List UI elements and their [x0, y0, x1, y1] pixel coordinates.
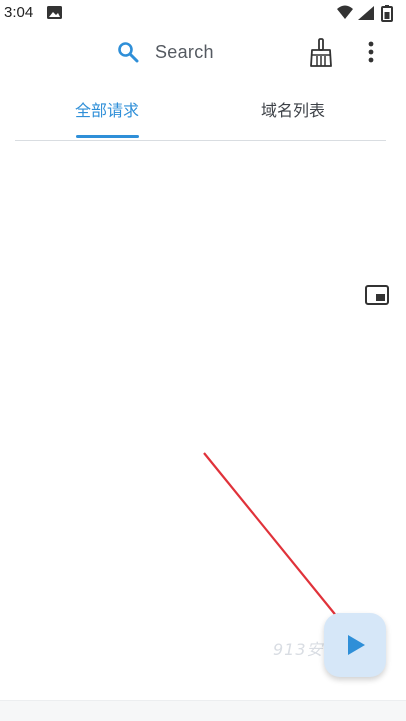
- play-fab-button[interactable]: [324, 613, 386, 677]
- tab-bar: 全部请求 域名列表: [15, 90, 386, 141]
- status-bar: 3:04: [0, 0, 406, 28]
- battery-icon: [381, 5, 393, 22]
- wifi-icon: [337, 5, 353, 19]
- play-icon: [348, 635, 365, 655]
- tab-domain-list[interactable]: 域名列表: [261, 90, 325, 138]
- tab-all-requests[interactable]: 全部请求: [75, 90, 139, 138]
- signal-icon: [358, 6, 374, 20]
- search-input[interactable]: Search: [155, 42, 214, 63]
- image-icon: [47, 6, 62, 19]
- status-time: 3:04: [4, 4, 34, 21]
- app-bar: Search: [0, 28, 406, 84]
- watermark: 913安: [273, 640, 324, 659]
- search-icon[interactable]: [117, 41, 139, 63]
- picture-in-picture-icon[interactable]: [364, 284, 390, 306]
- more-vert-icon[interactable]: [360, 40, 382, 66]
- bottom-bar: [0, 700, 406, 721]
- status-icons: [337, 5, 393, 22]
- tab-indicator: [76, 135, 139, 138]
- broom-icon[interactable]: [308, 38, 334, 68]
